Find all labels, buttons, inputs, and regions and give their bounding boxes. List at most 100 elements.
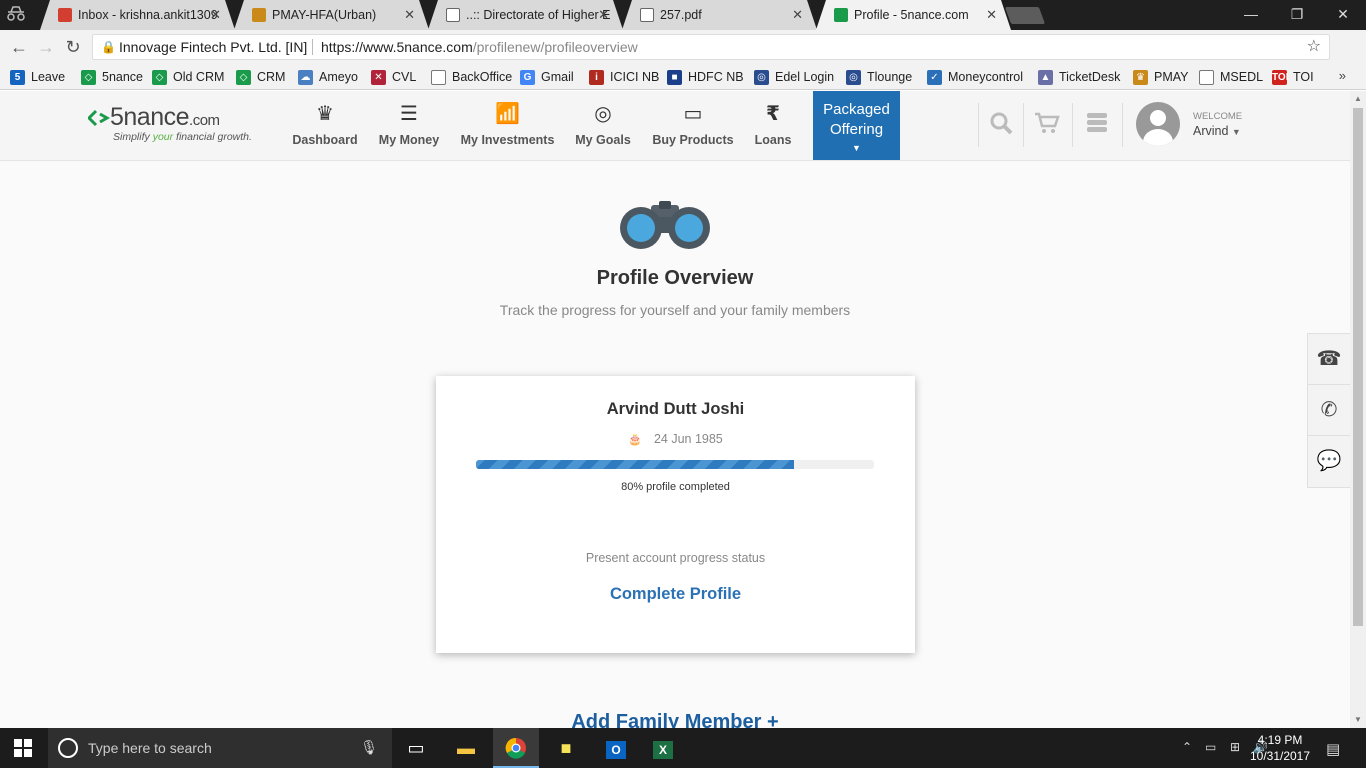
tagline-pre: Simplify <box>113 131 153 143</box>
bookmark-label: BackOffice <box>452 70 513 84</box>
scroll-up-icon[interactable]: ▲ <box>1350 91 1366 107</box>
logo-mark-icon <box>86 107 111 133</box>
phone-icon[interactable]: ☎ <box>1308 334 1350 385</box>
more-bookmarks-icon[interactable]: » <box>1339 68 1346 83</box>
profile-progress-bar <box>476 460 874 469</box>
bookmark-item[interactable]: ◎ Edel Login <box>754 68 834 86</box>
bookmark-item[interactable]: 5 Leave <box>10 68 65 86</box>
file-explorer-icon[interactable]: ▬ <box>443 728 489 768</box>
bookmark-item[interactable]: ◇ 5nance <box>81 68 143 86</box>
logo-name: 5nance.com <box>110 103 220 132</box>
nav-item-my-goals[interactable]: ◎ My Goals <box>573 101 633 151</box>
nav-item-loans[interactable]: ₹ Loans <box>752 101 794 151</box>
nav-item-my-investments[interactable]: 📶 My Investments <box>460 101 555 151</box>
bookmark-icon: ■ <box>667 69 682 85</box>
logo-dotcom: .com <box>189 112 220 129</box>
complete-profile-link[interactable]: Complete Profile <box>436 585 915 604</box>
bookmark-item[interactable]: ✓ Moneycontrol <box>927 68 1023 86</box>
close-window-button[interactable]: ✕ <box>1320 0 1366 30</box>
birthday-cake-icon: 🎂 <box>628 434 642 446</box>
bookmark-item[interactable]: ☁ Ameyo <box>298 68 358 86</box>
forward-icon[interactable]: → <box>35 36 57 58</box>
bookmark-item[interactable]: ▲ TicketDesk <box>1038 68 1120 86</box>
bookmark-icon: ◎ <box>846 69 861 85</box>
lock-icon: 🔒 <box>101 40 116 54</box>
profile-name: Arvind Dutt Joshi <box>606 400 745 418</box>
user-menu[interactable]: Arvind ▼ <box>1193 124 1241 138</box>
bookmark-item[interactable]: i ICICI NB <box>589 68 659 86</box>
windows-start-icon[interactable] <box>14 739 32 757</box>
network-icon[interactable]: ⊞ <box>1230 740 1240 754</box>
url-host: https://www.5nance.com <box>321 39 473 55</box>
bookmark-icon: ▲ <box>1038 69 1053 85</box>
bookmark-label: CVL <box>392 70 417 84</box>
nav-item-label: My Goals <box>575 133 631 147</box>
restore-button[interactable]: ❐ <box>1274 0 1320 30</box>
minimize-button[interactable]: — <box>1228 0 1274 30</box>
action-center-icon[interactable]: ▤ <box>1326 740 1340 758</box>
bookmark-item[interactable]: MSEDL <box>1199 68 1263 86</box>
browser-tab[interactable]: 257.pdf ✕ <box>622 0 817 30</box>
nav-item-dashboard[interactable]: ♛ Dashboard <box>290 101 360 151</box>
chrome-icon[interactable] <box>493 728 539 768</box>
add-family-member-link[interactable]: Add Family Member + <box>0 711 1350 728</box>
tab-close-icon[interactable]: ✕ <box>792 7 803 23</box>
bookmark-item[interactable]: BackOffice <box>431 68 512 86</box>
task-view-icon[interactable]: ▭ <box>393 728 439 768</box>
bookmark-item[interactable]: ✕ CVL <box>371 68 416 86</box>
logo-name-text: 5nance <box>110 103 190 131</box>
taskbar-clock[interactable]: 4:19 PM 10/31/2017 <box>1240 732 1320 764</box>
browser-tab[interactable]: PMAY-HFA(Urban) ✕ <box>234 0 429 30</box>
call-handset-icon[interactable]: ✆ <box>1308 385 1350 436</box>
battery-icon[interactable]: ▭ <box>1205 740 1216 754</box>
bookmark-icon <box>1199 69 1214 85</box>
bookmark-item[interactable]: ◇ Old CRM <box>152 68 224 86</box>
nav-item-buy-products[interactable]: ▭ Buy Products <box>650 101 736 151</box>
avatar[interactable] <box>1136 102 1180 146</box>
packaged-offering-button[interactable]: Packaged Offering ▼ <box>813 91 900 160</box>
tab-close-icon[interactable]: ✕ <box>404 7 415 23</box>
bookmark-item[interactable]: ◎ Tlounge <box>846 68 912 86</box>
tab-favicon-icon <box>252 8 266 22</box>
chat-icon[interactable]: 💬 <box>1308 436 1350 487</box>
sticky-notes-icon[interactable]: ■ <box>543 728 589 768</box>
microphone-icon[interactable]: 🎙 <box>360 739 378 756</box>
tab-close-icon[interactable]: ✕ <box>986 7 997 23</box>
bookmarks-bar: 5 Leave ◇ 5nance ◇ Old CRM ◇ CRM ☁ Ameyo ✕ CVL BackO… <box>0 63 1366 90</box>
tab-close-icon[interactable]: ✕ <box>598 7 609 23</box>
scrollbar-thumb[interactable] <box>1353 108 1363 626</box>
bookmark-icon <box>431 69 446 85</box>
bookmark-item[interactable]: ♛ PMAY <box>1133 68 1189 86</box>
new-tab-button[interactable] <box>1004 7 1046 24</box>
browser-tab[interactable]: Profile - 5nance.com ✕ <box>816 0 1011 30</box>
url-input[interactable]: 🔒 Innovage Fintech Pvt. Ltd. [IN] https:… <box>92 34 1330 60</box>
reload-icon[interactable]: ↻ <box>62 36 84 58</box>
outlook-icon[interactable]: O <box>593 728 639 768</box>
back-icon[interactable]: ← <box>8 36 30 58</box>
list-menu-icon[interactable] <box>1086 111 1108 141</box>
profile-card: Arvind Dutt Joshi 🎂 24 Jun 1985 80% profi… <box>436 376 915 653</box>
date-of-birth: 🎂 24 Jun 1985 <box>436 432 915 446</box>
browser-tab[interactable]: ..:: Directorate of Higher E ✕ <box>428 0 623 30</box>
bookmark-item[interactable]: G Gmail <box>520 68 574 86</box>
bookmark-icon: ✕ <box>371 69 386 85</box>
nav-item-my-money[interactable]: ☰ My Money <box>378 101 440 151</box>
scroll-down-icon[interactable]: ▼ <box>1350 712 1366 728</box>
excel-icon[interactable]: X <box>640 728 686 768</box>
windows-taskbar: Type here to search 🎙 ▭ ▬ ■ O X ⌃ ▭ ⊞ 🔊 … <box>0 728 1366 768</box>
search-icon[interactable] <box>989 111 1013 141</box>
bookmark-star-icon[interactable]: ☆ <box>1307 35 1321 59</box>
tab-title: Inbox - krishna.ankit1309 <box>78 8 218 22</box>
rupee-hand-icon: ₹ <box>766 103 780 125</box>
vertical-scrollbar[interactable]: ▲ ▼ <box>1350 91 1366 728</box>
tray-chevron-icon[interactable]: ⌃ <box>1182 740 1192 754</box>
bookmark-item[interactable]: TOI TOI <box>1272 68 1314 86</box>
bookmark-item[interactable]: ■ HDFC NB <box>667 68 744 86</box>
tab-close-icon[interactable]: ✕ <box>210 7 221 23</box>
taskbar-search-input[interactable]: Type here to search 🎙 <box>48 728 392 768</box>
bookmark-item[interactable]: ◇ CRM <box>236 68 285 86</box>
browser-tab[interactable]: Inbox - krishna.ankit1309 ✕ <box>40 0 235 30</box>
cart-icon[interactable] <box>1034 111 1060 141</box>
site-header: 5nance.com Simplify your financial growt… <box>0 91 1350 161</box>
tab-favicon-icon <box>58 8 72 22</box>
